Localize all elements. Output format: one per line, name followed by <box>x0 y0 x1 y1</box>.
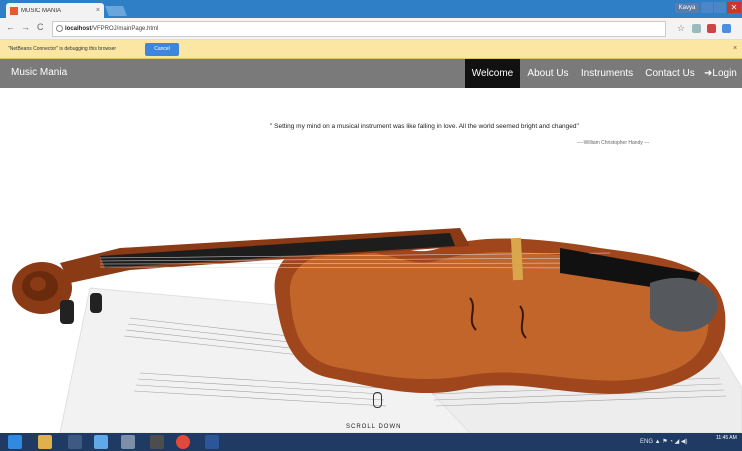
windows-taskbar <box>0 433 742 451</box>
reload-icon[interactable]: C <box>37 22 44 32</box>
start-icon[interactable] <box>8 435 22 449</box>
file-explorer-icon[interactable] <box>38 435 52 449</box>
extension-icon[interactable] <box>692 24 701 33</box>
nav-instruments[interactable]: Instruments <box>577 59 637 88</box>
mouse-scroll-icon[interactable] <box>373 392 382 408</box>
site-brand[interactable]: Music Mania <box>11 67 67 78</box>
cancel-button[interactable]: Cancel <box>145 43 179 56</box>
infobar-close-icon[interactable]: × <box>733 45 737 52</box>
nav-login[interactable]: ➜Login <box>704 59 742 88</box>
system-tray[interactable]: ENG ▲ ⚑ ◔ ◢ ◀) <box>640 438 688 445</box>
extension-icon[interactable] <box>707 24 716 33</box>
word-icon[interactable] <box>205 435 219 449</box>
taskbar-app-icon[interactable] <box>150 435 164 449</box>
infobar-message: "NetBeans Connector" is debugging this b… <box>8 46 117 52</box>
back-icon[interactable]: ← <box>6 22 15 32</box>
extension-icon[interactable] <box>722 24 731 33</box>
minimize-button[interactable] <box>701 2 713 13</box>
site-info-icon[interactable] <box>56 25 63 32</box>
nav-contact-us[interactable]: Contact Us <box>641 59 699 88</box>
profile-badge[interactable]: Kavya <box>675 3 699 13</box>
close-window-button[interactable]: ✕ <box>727 2 741 13</box>
taskbar-clock[interactable]: 11:45 AM <box>716 435 737 441</box>
tab-title: MUSIC MANIA <box>21 7 62 14</box>
url-host: localhost <box>65 26 92 32</box>
url-path: /VFPROJ/mainPage.html <box>91 26 159 32</box>
scroll-down-label[interactable]: SCROLL DOWN <box>346 424 401 430</box>
new-tab-button[interactable] <box>105 6 127 16</box>
nav-about-us[interactable]: About Us <box>523 59 573 88</box>
taskbar-app-icon[interactable] <box>68 435 82 449</box>
nav-login-label: Login <box>712 68 737 79</box>
hero-quote: " Setting my mind on a musical instrumen… <box>270 123 579 130</box>
forward-icon[interactable]: → <box>21 22 30 32</box>
chrome-icon[interactable] <box>176 435 190 449</box>
favicon-icon <box>10 6 18 15</box>
address-bar[interactable]: localhost/VFPROJ/mainPage.html <box>52 21 666 37</box>
maximize-button[interactable] <box>714 2 726 13</box>
browser-tab[interactable]: MUSIC MANIA × <box>6 3 104 18</box>
tab-close-icon[interactable]: × <box>96 7 104 14</box>
hero-quote-author: ----William Christopher Handy --- <box>577 140 650 146</box>
nav-welcome[interactable]: Welcome <box>465 59 520 88</box>
bookmark-star-icon[interactable]: ☆ <box>677 23 685 34</box>
taskbar-app-icon[interactable] <box>121 435 135 449</box>
taskbar-app-icon[interactable] <box>94 435 108 449</box>
